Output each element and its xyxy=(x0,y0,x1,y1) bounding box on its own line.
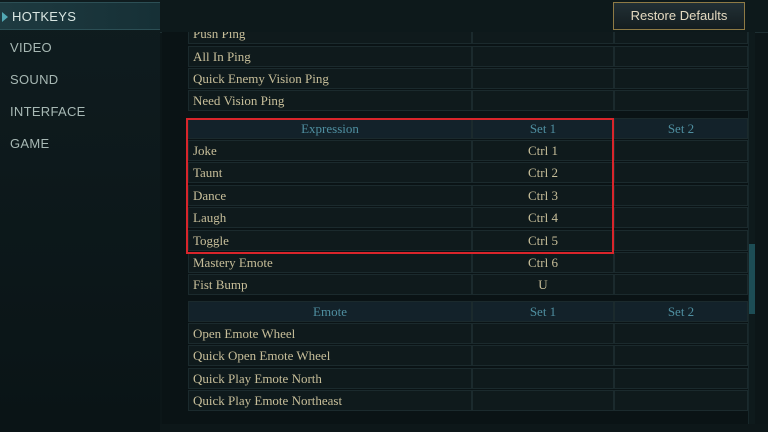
expression-section-header: Expression Set 1 Set 2 xyxy=(188,118,748,140)
hotkey-name: Mastery Emote xyxy=(188,252,472,273)
sidebar-item-label: INTERFACE xyxy=(10,104,86,119)
sidebar-item-label: VIDEO xyxy=(10,40,52,55)
hotkey-set1-cell[interactable] xyxy=(472,90,614,111)
table-row[interactable]: Fist Bump U xyxy=(188,274,748,296)
table-row[interactable]: Quick Play Emote Northeast xyxy=(188,390,748,412)
table-row[interactable]: Push Ping xyxy=(188,32,748,45)
hotkey-name: Laugh xyxy=(188,207,472,228)
hotkey-set2-cell[interactable] xyxy=(614,390,748,411)
column-header-emote: Emote xyxy=(188,301,472,322)
hotkey-set2-cell[interactable] xyxy=(614,252,748,273)
hotkey-name: Need Vision Ping xyxy=(188,90,472,111)
hotkey-set1-cell[interactable] xyxy=(472,345,614,366)
column-header-set2: Set 2 xyxy=(614,301,748,322)
hotkey-set2-cell[interactable] xyxy=(614,274,748,295)
hotkey-set1-cell[interactable]: Ctrl 3 xyxy=(472,185,614,206)
hotkey-set2-cell[interactable] xyxy=(614,140,748,161)
table-row[interactable]: Open Emote Wheel xyxy=(188,323,748,345)
sidebar-item-interface[interactable]: INTERFACE xyxy=(0,98,160,126)
table-row[interactable]: Taunt Ctrl 2 xyxy=(188,162,748,184)
hotkey-set2-cell[interactable] xyxy=(614,230,748,251)
hotkey-set1-cell[interactable] xyxy=(472,46,614,67)
emote-section-header: Emote Set 1 Set 2 xyxy=(188,301,748,323)
restore-defaults-button[interactable]: Restore Defaults xyxy=(613,2,745,30)
bottom-edge xyxy=(160,424,768,432)
hotkey-set1-cell[interactable]: Ctrl 1 xyxy=(472,140,614,161)
hotkey-name: Quick Open Emote Wheel xyxy=(188,345,472,366)
sidebar-item-game[interactable]: GAME xyxy=(0,130,160,158)
settings-window: HOTKEYS VIDEO SOUND INTERFACE GAME Resto… xyxy=(0,0,768,432)
hotkey-set2-cell[interactable] xyxy=(614,68,748,89)
hotkey-set1-cell[interactable] xyxy=(472,368,614,389)
hotkey-set1-cell[interactable]: U xyxy=(472,274,614,295)
sidebar-item-hotkeys[interactable]: HOTKEYS xyxy=(0,2,160,30)
column-header-set1: Set 1 xyxy=(472,118,614,139)
hotkey-name: Quick Enemy Vision Ping xyxy=(188,68,472,89)
hotkey-table: Push Ping All In Ping Quick Enemy Vision… xyxy=(162,32,748,424)
sidebar-item-label: GAME xyxy=(10,136,50,151)
sidebar: HOTKEYS VIDEO SOUND INTERFACE GAME xyxy=(0,0,160,432)
table-row[interactable]: Toggle Ctrl 5 xyxy=(188,230,748,252)
sidebar-item-video[interactable]: VIDEO xyxy=(0,34,160,62)
table-row[interactable]: Quick Open Emote Wheel xyxy=(188,345,748,367)
table-row[interactable]: Joke Ctrl 1 xyxy=(188,140,748,162)
hotkey-set1-cell[interactable]: Ctrl 5 xyxy=(472,230,614,251)
hotkey-set2-cell[interactable] xyxy=(614,368,748,389)
hotkey-name: Toggle xyxy=(188,230,472,251)
hotkey-name: Taunt xyxy=(188,162,472,183)
table-row[interactable]: Mastery Emote Ctrl 6 xyxy=(188,252,748,274)
hotkey-name: Open Emote Wheel xyxy=(188,323,472,344)
table-row[interactable]: All In Ping xyxy=(188,46,748,68)
table-row[interactable]: Quick Play Emote North xyxy=(188,368,748,390)
column-header-expression: Expression xyxy=(188,118,472,139)
hotkey-set2-cell[interactable] xyxy=(614,323,748,344)
hotkey-set1-cell[interactable]: Ctrl 4 xyxy=(472,207,614,228)
table-row[interactable]: Dance Ctrl 3 xyxy=(188,185,748,207)
scrollbar-thumb[interactable] xyxy=(749,244,755,314)
hotkey-name: Push Ping xyxy=(188,32,472,44)
hotkey-name: Quick Play Emote North xyxy=(188,368,472,389)
sidebar-item-label: SOUND xyxy=(10,72,59,87)
hotkey-name: Dance xyxy=(188,185,472,206)
hotkey-set2-cell[interactable] xyxy=(614,345,748,366)
hotkey-set1-cell[interactable]: Ctrl 6 xyxy=(472,252,614,273)
hotkey-set2-cell[interactable] xyxy=(614,32,748,44)
hotkey-name: Quick Play Emote Northeast xyxy=(188,390,472,411)
table-row[interactable]: Need Vision Ping xyxy=(188,90,748,112)
sidebar-item-sound[interactable]: SOUND xyxy=(0,66,160,94)
table-scrollbar[interactable] xyxy=(748,32,755,424)
hotkey-name: Joke xyxy=(188,140,472,161)
hotkey-name: Fist Bump xyxy=(188,274,472,295)
hotkey-set1-cell[interactable] xyxy=(472,323,614,344)
hotkey-set2-cell[interactable] xyxy=(614,90,748,111)
column-header-set1: Set 1 xyxy=(472,301,614,322)
hotkey-set2-cell[interactable] xyxy=(614,46,748,67)
hotkey-set1-cell[interactable]: Ctrl 2 xyxy=(472,162,614,183)
hotkey-set2-cell[interactable] xyxy=(614,185,748,206)
hotkey-set1-cell[interactable] xyxy=(472,32,614,44)
table-row[interactable]: Laugh Ctrl 4 xyxy=(188,207,748,229)
hotkey-set1-cell[interactable] xyxy=(472,390,614,411)
table-row[interactable]: Quick Enemy Vision Ping xyxy=(188,68,748,90)
hotkey-name: All In Ping xyxy=(188,46,472,67)
column-header-set2: Set 2 xyxy=(614,118,748,139)
hotkey-set1-cell[interactable] xyxy=(472,68,614,89)
hotkey-set2-cell[interactable] xyxy=(614,207,748,228)
active-arrow-icon xyxy=(2,12,8,22)
hotkey-set2-cell[interactable] xyxy=(614,162,748,183)
sidebar-item-label: HOTKEYS xyxy=(12,9,77,24)
